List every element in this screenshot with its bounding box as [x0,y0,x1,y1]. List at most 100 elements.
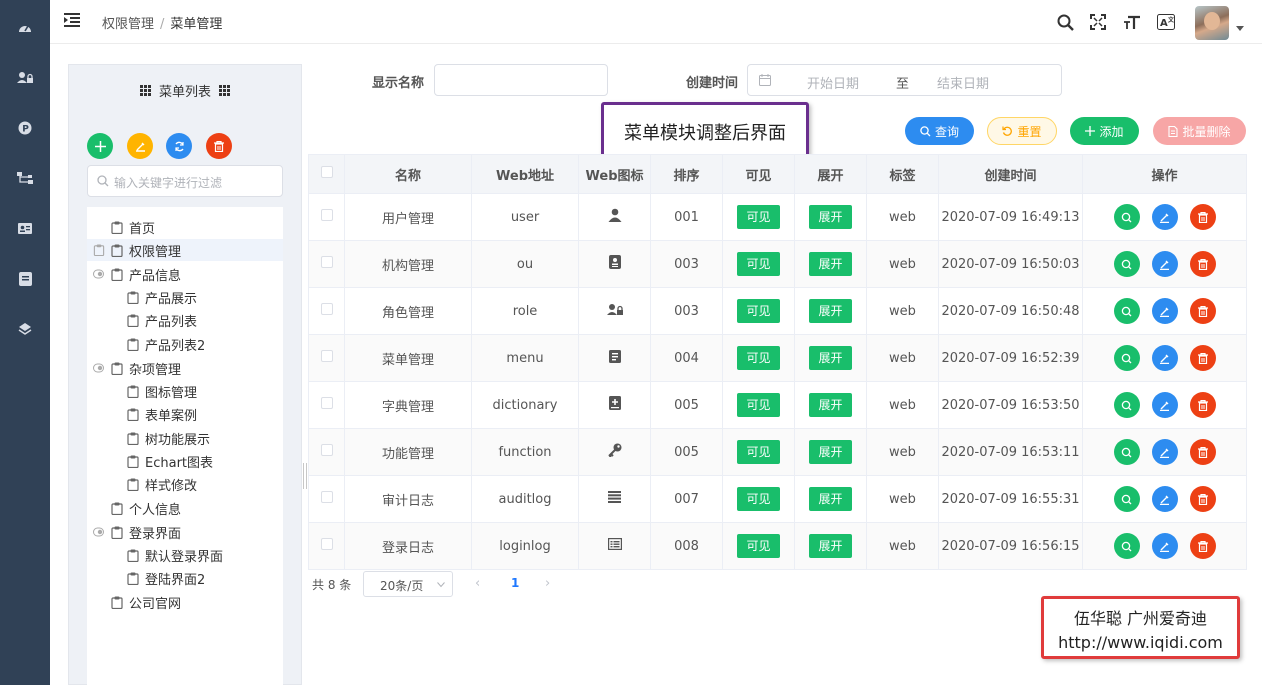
table-row[interactable]: 功能管理 function 005 可见 展开 web 2020-07-09 16:53:1… [308,428,1247,476]
tree-node[interactable]: 样式修改 [127,473,197,495]
table-row[interactable]: 字典管理 dictionary 005 可见 展开 web 2020-07-09 16:53… [308,381,1247,429]
row-checkbox[interactable] [308,428,345,476]
tree-node[interactable]: 公司官网 [111,591,181,613]
edit-button[interactable] [1151,298,1178,324]
table-row[interactable]: 角色管理 role 003 可见 展开 web 2020-07-09 16:50:48 [308,287,1247,335]
delete-button[interactable] [1189,298,1216,324]
avatar[interactable] [1195,6,1229,40]
tree-node[interactable]: 产品列表2 [127,333,205,355]
tree-node[interactable]: Echart图表 [127,450,213,472]
row-checkbox[interactable] [308,381,345,429]
collapse-toggle-icon[interactable] [93,268,105,280]
edit-button[interactable] [1151,392,1178,418]
current-page[interactable]: 1 [511,576,519,590]
user-lock-icon[interactable] [0,62,50,92]
tree-node[interactable]: 登陆界面2 [127,567,205,589]
view-button[interactable] [1113,486,1140,512]
tree-node[interactable]: 杂项管理 [111,357,181,379]
tree-node[interactable]: 图标管理 [127,380,197,402]
column-header[interactable]: 展开 [794,154,867,194]
view-button[interactable] [1113,251,1140,277]
tree-node[interactable]: 权限管理 [87,239,283,261]
fullscreen-icon[interactable] [1088,12,1108,32]
breadcrumb-item[interactable]: 权限管理 [102,17,154,32]
hamburger-icon[interactable] [64,12,80,28]
end-date-placeholder[interactable]: 结束日期 [937,73,989,92]
tree-delete-button[interactable] [206,133,232,159]
column-header[interactable]: 创建时间 [938,154,1083,194]
row-checkbox[interactable] [308,522,345,570]
row-checkbox[interactable] [308,287,345,335]
edit-button[interactable] [1151,439,1178,465]
tree-node[interactable]: 默认登录界面 [127,544,223,566]
font-size-icon[interactable] [1122,12,1142,32]
prev-page-button[interactable]: ‹ [475,576,480,591]
panel-splitter[interactable] [303,463,307,489]
next-page-button[interactable]: › [545,576,550,591]
p-icon[interactable]: P [0,113,50,143]
tree-node[interactable]: 登录界面 [111,521,181,543]
tree-node[interactable]: 树功能展示 [127,427,210,449]
edit-button[interactable] [1151,204,1178,230]
delete-button[interactable] [1189,392,1216,418]
column-header[interactable]: 标签 [866,154,939,194]
id-card-icon[interactable] [0,213,50,243]
book-icon[interactable] [0,264,50,294]
page-size-select[interactable]: 20条/页 [363,571,453,597]
column-header[interactable]: 排序 [650,154,723,194]
column-header[interactable]: Web地址 [471,154,579,194]
dashboard-icon[interactable] [0,12,50,42]
view-button[interactable] [1113,439,1140,465]
column-header[interactable]: 名称 [344,154,472,194]
start-date-placeholder[interactable]: 开始日期 [807,73,859,92]
tree-refresh-button[interactable] [166,133,192,159]
delete-button[interactable] [1189,486,1216,512]
tree-add-button[interactable] [87,133,113,159]
tree-node[interactable]: 个人信息 [111,497,181,519]
table-row[interactable]: 审计日志 auditlog 007 可见 展开 web 2020-07-09 16:55:3… [308,475,1247,523]
view-button[interactable] [1113,204,1140,230]
tree-node[interactable]: 表单案例 [127,403,197,425]
date-range-picker[interactable]: 开始日期 至 结束日期 [747,64,1062,96]
view-button[interactable] [1113,392,1140,418]
edit-button[interactable] [1151,486,1178,512]
search-icon[interactable] [1055,12,1075,32]
chevron-down-icon[interactable] [1236,26,1244,31]
row-checkbox[interactable] [308,475,345,523]
delete-button[interactable] [1189,439,1216,465]
tree-node[interactable]: 产品列表 [127,309,197,331]
translate-icon[interactable]: A文 [1156,12,1176,32]
tree-node[interactable]: 首页 [111,216,155,238]
view-button[interactable] [1113,533,1140,559]
edit-button[interactable] [1151,251,1178,277]
table-row[interactable]: 菜单管理 menu 004 可见 展开 web 2020-07-09 16:52:39 [308,334,1247,382]
layers-icon[interactable] [0,314,50,344]
name-filter-input[interactable] [434,64,608,96]
table-row[interactable]: 机构管理 ou 003 可见 展开 web 2020-07-09 16:50:03 [308,240,1247,288]
collapse-toggle-icon[interactable] [93,526,105,538]
delete-button[interactable] [1189,533,1216,559]
tree-edit-button[interactable] [127,133,153,159]
row-checkbox[interactable] [308,193,345,241]
tree-node[interactable]: 产品展示 [127,286,197,308]
select-all-checkbox[interactable] [308,154,345,194]
sitemap-icon[interactable] [0,163,50,193]
tree-filter-input[interactable]: 输入关键字进行过滤 [87,165,283,197]
batch-delete-button[interactable]: 批量删除 [1153,117,1246,145]
edit-button[interactable] [1151,345,1178,371]
delete-button[interactable] [1189,204,1216,230]
row-checkbox[interactable] [308,240,345,288]
delete-button[interactable] [1189,345,1216,371]
reset-button[interactable]: 重置 [987,117,1057,145]
table-row[interactable]: 用户管理 user 001 可见 展开 web 2020-07-09 16:49:13 [308,193,1247,241]
add-button[interactable]: 添加 [1070,117,1139,145]
view-button[interactable] [1113,345,1140,371]
tree-node[interactable]: 产品信息 [111,263,181,285]
delete-button[interactable] [1189,251,1216,277]
table-row[interactable]: 登录日志 loginlog 008 可见 展开 web 2020-07-09 16:56:1… [308,522,1247,570]
row-checkbox[interactable] [308,334,345,382]
view-button[interactable] [1113,298,1140,324]
column-header[interactable]: 可见 [722,154,795,194]
edit-button[interactable] [1151,533,1178,559]
query-button[interactable]: 查询 [905,117,974,145]
